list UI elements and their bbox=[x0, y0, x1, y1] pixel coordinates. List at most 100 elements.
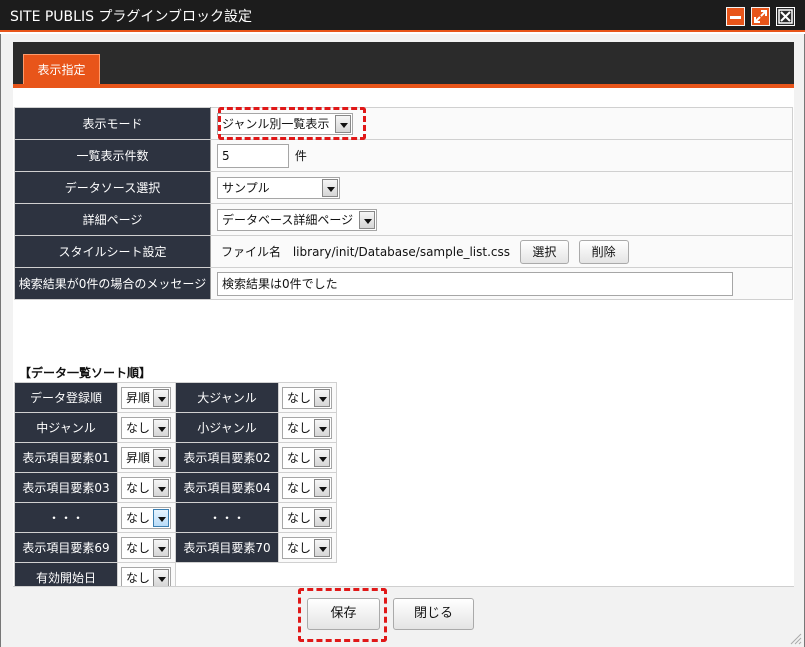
row-list-count: 一覧表示件数 5 件 bbox=[14, 139, 793, 172]
row-stylesheet: スタイルシート設定 ファイル名 library/init/Database/sa… bbox=[14, 235, 793, 268]
sort-label: データ登録順 bbox=[14, 382, 118, 413]
chevron-down-icon[interactable] bbox=[314, 388, 330, 407]
sort-value: なし bbox=[287, 510, 312, 525]
sort-select[interactable]: なし bbox=[121, 506, 171, 529]
chevron-down-icon[interactable] bbox=[314, 418, 330, 437]
minimize-icon bbox=[730, 16, 741, 19]
no-result-message-input[interactable]: 検索結果は0件でした bbox=[217, 271, 733, 296]
maximize-button[interactable] bbox=[751, 7, 770, 26]
list-count-unit: 件 bbox=[294, 149, 307, 163]
sort-label: 表示項目要素02 bbox=[175, 442, 279, 473]
row-no-result-message: 検索結果が0件の場合のメッセージ 検索結果は0件でした bbox=[14, 267, 793, 300]
highlight-save-button bbox=[298, 588, 387, 642]
detail-page-label: 詳細ページ bbox=[14, 203, 211, 236]
stylesheet-delete-button[interactable]: 削除 bbox=[578, 239, 629, 264]
close-window-button[interactable] bbox=[776, 7, 795, 26]
chevron-down-icon[interactable] bbox=[314, 508, 330, 527]
stylesheet-file-path: library/init/Database/sample_list.css bbox=[292, 244, 510, 259]
sort-select[interactable]: なし bbox=[282, 476, 332, 499]
tab-display-settings[interactable]: 表示指定 bbox=[23, 54, 100, 84]
resize-grip-icon[interactable] bbox=[786, 629, 802, 645]
sort-select[interactable]: なし bbox=[282, 506, 332, 529]
sort-select[interactable]: 昇順 bbox=[121, 386, 171, 409]
chevron-down-icon[interactable] bbox=[153, 508, 169, 527]
chevron-down-icon[interactable] bbox=[322, 178, 338, 197]
chevron-down-icon[interactable] bbox=[153, 568, 169, 587]
chevron-down-icon[interactable] bbox=[359, 210, 375, 229]
table-row: 中ジャンル なし 小ジャンル なし bbox=[14, 412, 337, 443]
sort-select[interactable]: なし bbox=[282, 386, 332, 409]
sort-value: 昇順 bbox=[126, 450, 151, 465]
window-titlebar: SITE PUBLIS プラグインブロック設定 bbox=[0, 0, 805, 32]
data-source-label: データソース選択 bbox=[14, 171, 211, 204]
chevron-down-icon[interactable] bbox=[314, 448, 330, 467]
sort-label: 小ジャンル bbox=[175, 412, 279, 443]
sort-select[interactable]: 昇順 bbox=[121, 446, 171, 469]
sort-label: 表示項目要素04 bbox=[175, 472, 279, 503]
tab-bar: 表示指定 bbox=[13, 42, 794, 88]
row-detail-page: 詳細ページ データベース詳細ページ bbox=[14, 203, 793, 236]
settings-table: 表示モード ジャンル別一覧表示 一覧表示件数 5 件 データソース選択 サンプル… bbox=[14, 107, 793, 300]
row-data-source: データソース選択 サンプル bbox=[14, 171, 793, 204]
sort-label: 表示項目要素70 bbox=[175, 532, 279, 563]
highlight-display-mode bbox=[218, 107, 366, 140]
sort-value: なし bbox=[287, 450, 312, 465]
sort-value: 昇順 bbox=[126, 390, 151, 405]
sort-value: なし bbox=[287, 420, 312, 435]
close-button[interactable]: 閉じる bbox=[393, 598, 474, 630]
sort-table: データ登録順 昇順 大ジャンル なし 中ジャンル なし 小ジャンル なし 表示項… bbox=[14, 382, 337, 593]
sort-label: 表示項目要素01 bbox=[14, 442, 118, 473]
chevron-down-icon[interactable] bbox=[153, 388, 169, 407]
no-result-message-label: 検索結果が0件の場合のメッセージ bbox=[14, 267, 211, 300]
data-source-select[interactable]: サンプル bbox=[217, 176, 340, 199]
chevron-down-icon[interactable] bbox=[314, 478, 330, 497]
dialog-frame: 表示指定 表示モード ジャンル別一覧表示 一覧表示件数 5 件 データソース選択… bbox=[0, 34, 805, 647]
chevron-down-icon[interactable] bbox=[153, 538, 169, 557]
sort-value: なし bbox=[126, 420, 151, 435]
stylesheet-file-label: ファイル名 bbox=[221, 245, 282, 259]
window-title: SITE PUBLIS プラグインブロック設定 bbox=[10, 9, 253, 25]
sort-label: ・・・ bbox=[175, 502, 279, 533]
data-source-value: サンプル bbox=[222, 180, 270, 195]
table-row: ・・・ なし ・・・ なし bbox=[14, 502, 337, 533]
list-count-label: 一覧表示件数 bbox=[14, 139, 211, 172]
detail-page-value: データベース詳細ページ bbox=[222, 212, 354, 227]
stylesheet-select-button[interactable]: 選択 bbox=[519, 239, 569, 264]
list-count-input[interactable]: 5 bbox=[217, 143, 289, 168]
sort-value: なし bbox=[126, 540, 151, 555]
sort-value: なし bbox=[126, 480, 151, 495]
detail-page-select[interactable]: データベース詳細ページ bbox=[217, 208, 377, 231]
display-mode-label: 表示モード bbox=[14, 107, 211, 140]
sort-label: 表示項目要素03 bbox=[14, 472, 118, 503]
sort-label: ・・・ bbox=[14, 502, 118, 533]
sort-section-title: 【データ一覧ソート順】 bbox=[19, 366, 152, 380]
sort-select[interactable]: なし bbox=[282, 446, 332, 469]
sort-select[interactable]: なし bbox=[282, 536, 332, 559]
sort-value: なし bbox=[126, 570, 151, 585]
stylesheet-label: スタイルシート設定 bbox=[14, 235, 211, 268]
table-row: 表示項目要素03 なし 表示項目要素04 なし bbox=[14, 472, 337, 503]
table-row: 表示項目要素69 なし 表示項目要素70 なし bbox=[14, 532, 337, 563]
sort-select[interactable]: なし bbox=[121, 536, 171, 559]
dialog-footer: 保存 閉じる bbox=[13, 586, 794, 634]
minimize-button[interactable] bbox=[726, 7, 745, 26]
sort-select[interactable]: なし bbox=[121, 476, 171, 499]
sort-label: 中ジャンル bbox=[14, 412, 118, 443]
sort-select[interactable]: なし bbox=[282, 416, 332, 439]
settings-panel: 表示モード ジャンル別一覧表示 一覧表示件数 5 件 データソース選択 サンプル… bbox=[13, 88, 794, 593]
sort-value: なし bbox=[287, 480, 312, 495]
expand-icon bbox=[754, 10, 767, 23]
table-row: データ登録順 昇順 大ジャンル なし bbox=[14, 382, 337, 413]
chevron-down-icon[interactable] bbox=[314, 538, 330, 557]
sort-value: なし bbox=[287, 540, 312, 555]
sort-label: 大ジャンル bbox=[175, 382, 279, 413]
table-row: 表示項目要素01 昇順 表示項目要素02 なし bbox=[14, 442, 337, 473]
row-display-mode: 表示モード ジャンル別一覧表示 bbox=[14, 107, 793, 140]
sort-label: 表示項目要素69 bbox=[14, 532, 118, 563]
chevron-down-icon[interactable] bbox=[153, 478, 169, 497]
chevron-down-icon[interactable] bbox=[153, 448, 169, 467]
chevron-down-icon[interactable] bbox=[153, 418, 169, 437]
sort-value: なし bbox=[287, 390, 312, 405]
sort-value: なし bbox=[126, 510, 151, 525]
sort-select[interactable]: なし bbox=[121, 416, 171, 439]
